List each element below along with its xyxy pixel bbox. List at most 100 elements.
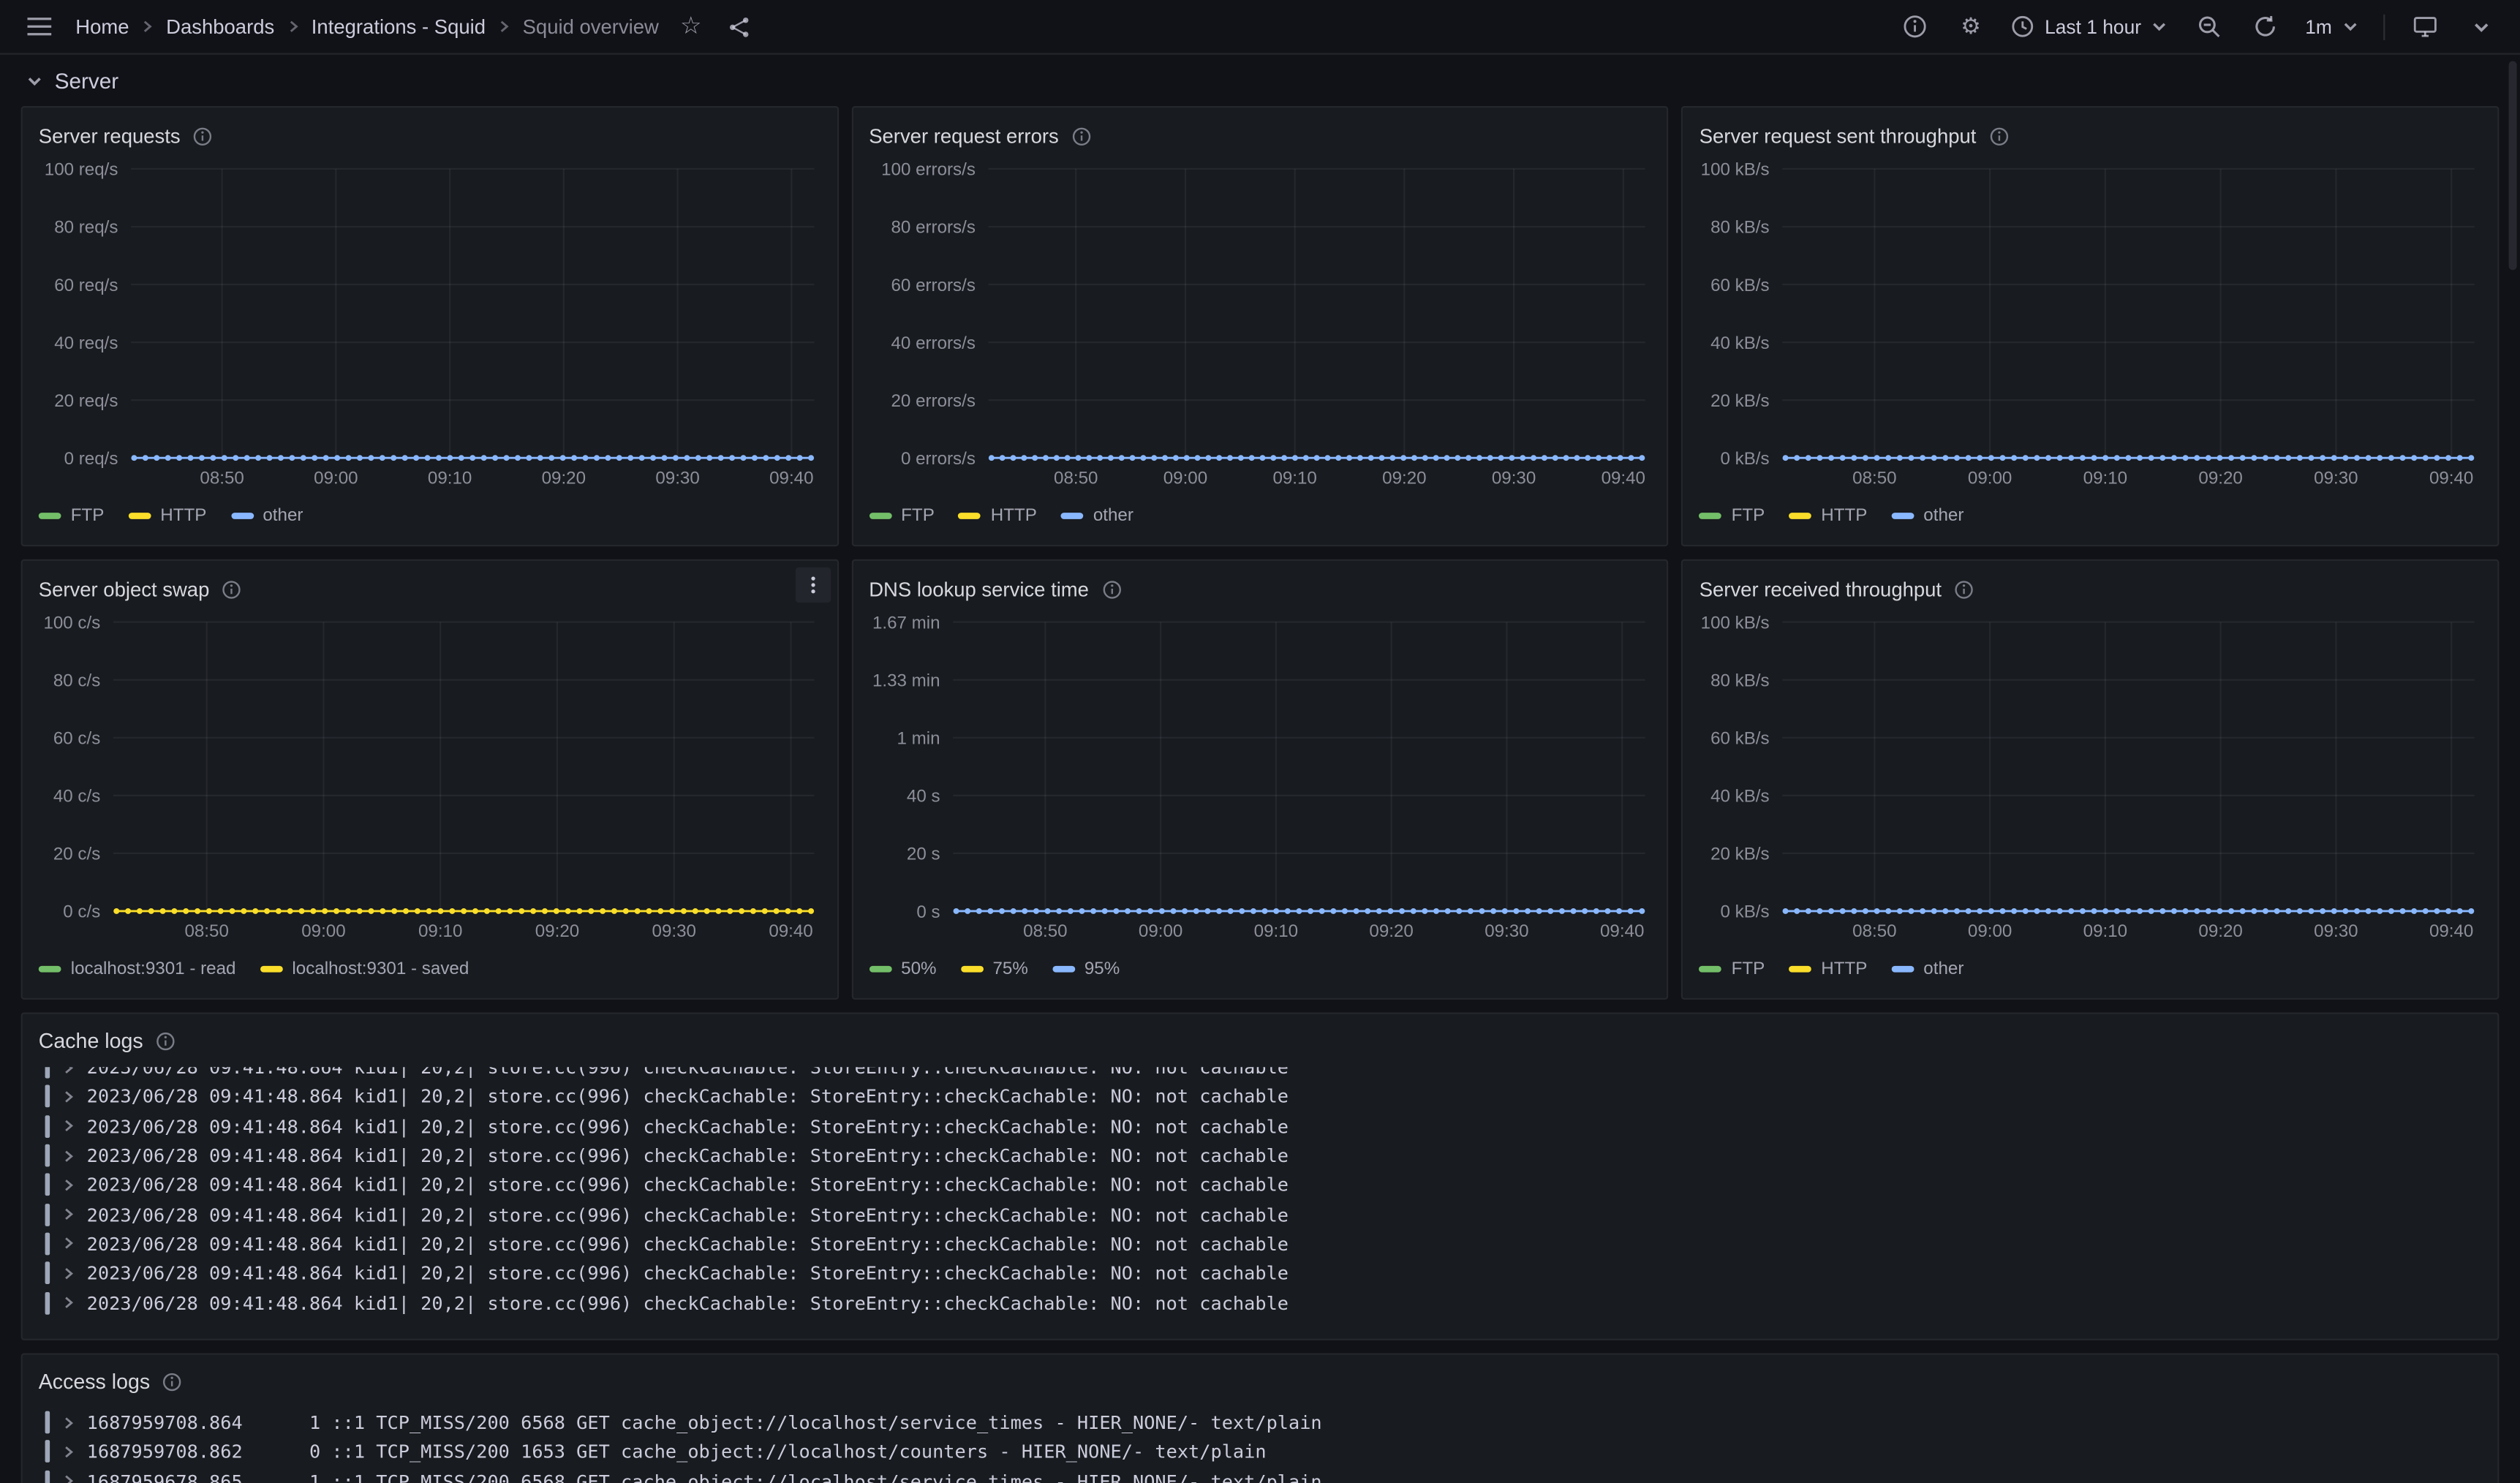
time-series-plot: 1.67 min1.33 min1 min40 s20 s0 s08:5009:…	[862, 609, 1657, 947]
legend-item[interactable]: other	[1891, 959, 1963, 978]
svg-text:09:30: 09:30	[652, 921, 696, 941]
info-icon[interactable]	[156, 1031, 175, 1050]
breadcrumb-folder[interactable]: Integrations - Squid	[312, 15, 486, 38]
log-row: 2023/06/28 09:41:48.864 kid1| 20,2| stor…	[45, 1067, 2482, 1082]
log-row: 2023/06/28 09:41:48.864 kid1| 20,2| stor…	[45, 1200, 2482, 1229]
legend-item[interactable]: localhost:9301 - saved	[260, 959, 469, 978]
svg-text:09:20: 09:20	[1369, 921, 1413, 941]
legend-item[interactable]: FTP	[39, 506, 105, 525]
log-row: 1687959708.864 1 ::1 TCP_MISS/200 6568 G…	[45, 1408, 2482, 1437]
legend-item[interactable]: 95%	[1052, 959, 1120, 978]
legend-item[interactable]: HTTP	[1789, 506, 1867, 525]
panel-title[interactable]: Server request sent throughput	[1700, 124, 1977, 147]
svg-text:80 errors/s: 80 errors/s	[891, 218, 975, 238]
log-expand-chevron-icon[interactable]	[61, 1445, 76, 1460]
svg-text:09:30: 09:30	[1484, 921, 1528, 941]
breadcrumb-home[interactable]: Home	[75, 15, 129, 38]
panel-title[interactable]: DNS lookup service time	[869, 578, 1089, 600]
svg-text:1.33 min: 1.33 min	[872, 671, 940, 691]
info-icon[interactable]	[193, 127, 212, 146]
time-series-plot: 100 kB/s80 kB/s60 kB/s40 kB/s20 kB/s0 kB…	[1693, 156, 2488, 494]
svg-text:40 s: 40 s	[906, 787, 940, 807]
log-expand-chevron-icon[interactable]	[61, 1207, 76, 1222]
kiosk-mode-button[interactable]	[2409, 9, 2441, 44]
panel-menu-button[interactable]	[795, 567, 830, 603]
legend-item[interactable]: HTTP	[128, 506, 206, 525]
time-series-chart[interactable]: 1.67 min1.33 min1 min40 s20 s0 s08:5009:…	[862, 609, 1657, 947]
log-expand-chevron-icon[interactable]	[61, 1178, 76, 1193]
legend-item[interactable]: localhost:9301 - read	[39, 959, 236, 978]
time-series-chart[interactable]: 100 c/s80 c/s60 c/s40 c/s20 c/s0 c/s08:5…	[32, 609, 827, 947]
log-expand-chevron-icon[interactable]	[61, 1237, 76, 1251]
svg-text:60 errors/s: 60 errors/s	[891, 276, 975, 295]
info-icon[interactable]	[1071, 127, 1090, 146]
log-line-text: 2023/06/28 09:41:48.864 kid1| 20,2| stor…	[87, 1291, 1289, 1314]
chart-panel: Server request sent throughput 100 kB/s8…	[1682, 106, 2500, 546]
time-series-chart[interactable]: 100 kB/s80 kB/s60 kB/s40 kB/s20 kB/s0 kB…	[1693, 156, 2488, 494]
time-range-picker[interactable]: Last 1 hour	[2011, 15, 2168, 39]
vertical-scrollbar[interactable]	[2509, 61, 2517, 271]
legend-item[interactable]: HTTP	[959, 506, 1037, 525]
log-expand-chevron-icon[interactable]	[61, 1266, 76, 1280]
star-dashboard-button[interactable]: ☆	[675, 9, 707, 44]
legend-item[interactable]: FTP	[1700, 506, 1765, 525]
breadcrumb-dashboards[interactable]: Dashboards	[166, 15, 274, 38]
panel-title[interactable]: Server request errors	[869, 124, 1059, 147]
legend-item[interactable]: FTP	[869, 506, 935, 525]
svg-text:0 s: 0 s	[916, 902, 940, 922]
refresh-interval-picker[interactable]: 1m	[2305, 15, 2359, 38]
svg-text:60 kB/s: 60 kB/s	[1711, 729, 1770, 749]
svg-text:09:10: 09:10	[418, 921, 462, 941]
log-expand-chevron-icon[interactable]	[61, 1148, 76, 1163]
log-expand-chevron-icon[interactable]	[61, 1119, 76, 1133]
svg-text:09:00: 09:00	[1969, 921, 2012, 941]
time-series-chart[interactable]: 100 req/s80 req/s60 req/s40 req/s20 req/…	[32, 156, 827, 494]
dashboard-settings-button[interactable]: ⚙	[1955, 9, 1987, 44]
dashboard-info-button[interactable]	[1898, 9, 1931, 44]
log-expand-chevron-icon[interactable]	[61, 1474, 76, 1483]
legend-item[interactable]: 75%	[961, 959, 1028, 978]
legend-item[interactable]: other	[1891, 506, 1963, 525]
log-expand-chevron-icon[interactable]	[61, 1415, 76, 1430]
share-dashboard-button[interactable]	[723, 9, 755, 44]
panel-title[interactable]: Access logs	[39, 1369, 150, 1393]
chart-legend: localhost:9301 - read localhost:9301 - sa…	[23, 946, 837, 997]
info-icon[interactable]	[1102, 579, 1121, 598]
svg-text:09:10: 09:10	[428, 468, 472, 488]
clock-icon	[2011, 15, 2035, 39]
panel-title[interactable]: Server object swap	[39, 578, 210, 600]
panel-title[interactable]: Cache logs	[39, 1029, 143, 1053]
svg-text:09:00: 09:00	[1163, 468, 1207, 488]
log-row: 2023/06/28 09:41:48.864 kid1| 20,2| stor…	[45, 1082, 2482, 1112]
collapse-toolbar-button[interactable]	[2465, 9, 2497, 44]
info-icon[interactable]	[163, 1372, 182, 1391]
legend-item[interactable]: HTTP	[1789, 959, 1867, 978]
log-expand-chevron-icon[interactable]	[61, 1090, 76, 1104]
log-line-text: 1687959708.864 1 ::1 TCP_MISS/200 6568 G…	[87, 1411, 1322, 1434]
log-row: 2023/06/28 09:41:48.864 kid1| 20,2| stor…	[45, 1112, 2482, 1141]
legend-item[interactable]: FTP	[1700, 959, 1765, 978]
panel-title[interactable]: Server requests	[39, 124, 181, 147]
svg-text:08:50: 08:50	[1022, 921, 1066, 941]
info-circle-icon	[1903, 15, 1927, 39]
dashboard-actions: ☆	[675, 9, 755, 44]
legend-label: HTTP	[1821, 506, 1867, 525]
legend-item[interactable]: other	[230, 506, 303, 525]
zoom-out-time-button[interactable]	[2192, 9, 2225, 44]
menu-toggle-button[interactable]	[23, 9, 55, 44]
svg-text:09:40: 09:40	[769, 921, 812, 941]
log-expand-chevron-icon[interactable]	[61, 1295, 76, 1310]
time-series-chart[interactable]: 100 errors/s80 errors/s60 errors/s40 err…	[862, 156, 1657, 494]
legend-item[interactable]: 50%	[869, 959, 936, 978]
info-icon[interactable]	[1989, 127, 2008, 146]
log-line-text: 2023/06/28 09:41:48.864 kid1| 20,2| stor…	[87, 1203, 1289, 1226]
panel-title[interactable]: Server received throughput	[1700, 578, 1942, 600]
info-icon[interactable]	[1955, 579, 1974, 598]
info-icon[interactable]	[222, 579, 241, 598]
refresh-button[interactable]	[2249, 9, 2281, 44]
log-expand-chevron-icon[interactable]	[61, 1067, 76, 1074]
legend-item[interactable]: other	[1061, 506, 1133, 525]
chevron-down-icon	[2151, 18, 2168, 35]
time-series-chart[interactable]: 100 kB/s80 kB/s60 kB/s40 kB/s20 kB/s0 kB…	[1693, 609, 2488, 947]
row-header-server[interactable]: Server	[0, 55, 2520, 103]
